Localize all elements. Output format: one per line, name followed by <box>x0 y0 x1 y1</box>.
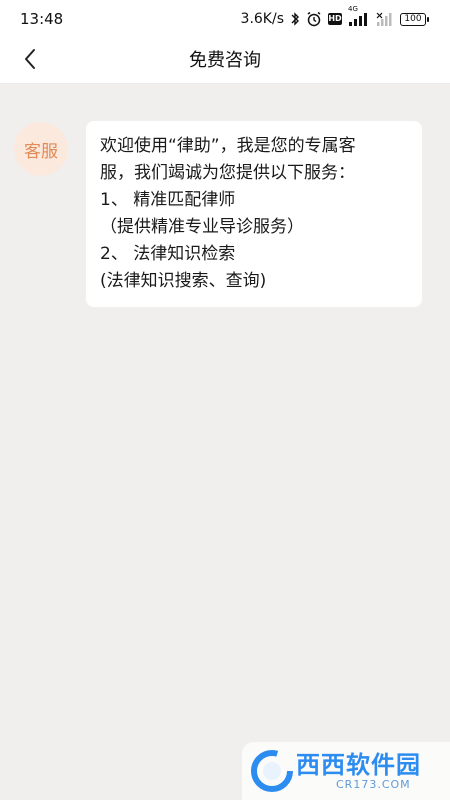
watermark-title: 西西软件园 <box>296 751 421 779</box>
message-line: （提供精准专业导诊服务） <box>100 217 304 237</box>
avatar-label: 客服 <box>24 141 58 162</box>
status-bar: 13:48 3.6K/s HD 4G 100 <box>0 0 450 38</box>
network-speed: 3.6K/s <box>240 11 284 27</box>
message-line: 服，我们竭诚为您提供以下服务： <box>100 163 355 183</box>
hd-badge: HD <box>328 13 342 25</box>
page-title: 免费咨询 <box>189 50 261 71</box>
alarm-icon <box>306 11 322 27</box>
no-signal-icon <box>376 12 394 26</box>
site-watermark: 西西软件园 CR173.COM <box>242 742 450 800</box>
watermark-url: CR173.COM <box>336 778 411 791</box>
customer-service-avatar[interactable]: 客服 <box>14 122 68 176</box>
watermark-logo-icon <box>250 749 294 793</box>
message-line: 欢迎使用“律助”，我是您的专属客 <box>100 136 356 156</box>
message-line: (法律知识搜索、查询) <box>100 271 267 291</box>
chat-area[interactable]: 客服 欢迎使用“律助”，我是您的专属客 服，我们竭诚为您提供以下服务： 1、 精… <box>0 84 450 800</box>
message-line: 2、 法律知识检索 <box>100 244 236 264</box>
network-type-label: 4G <box>348 5 358 13</box>
message-line: 1、 精准匹配律师 <box>100 190 236 210</box>
welcome-message-bubble: 欢迎使用“律助”，我是您的专属客 服，我们竭诚为您提供以下服务： 1、 精准匹配… <box>86 121 422 307</box>
status-time: 13:48 <box>20 10 64 28</box>
battery-icon: 100 <box>400 12 429 26</box>
app-header: 免费咨询 <box>0 38 450 84</box>
bluetooth-icon <box>290 12 300 26</box>
signal-icon: 4G <box>348 6 370 26</box>
